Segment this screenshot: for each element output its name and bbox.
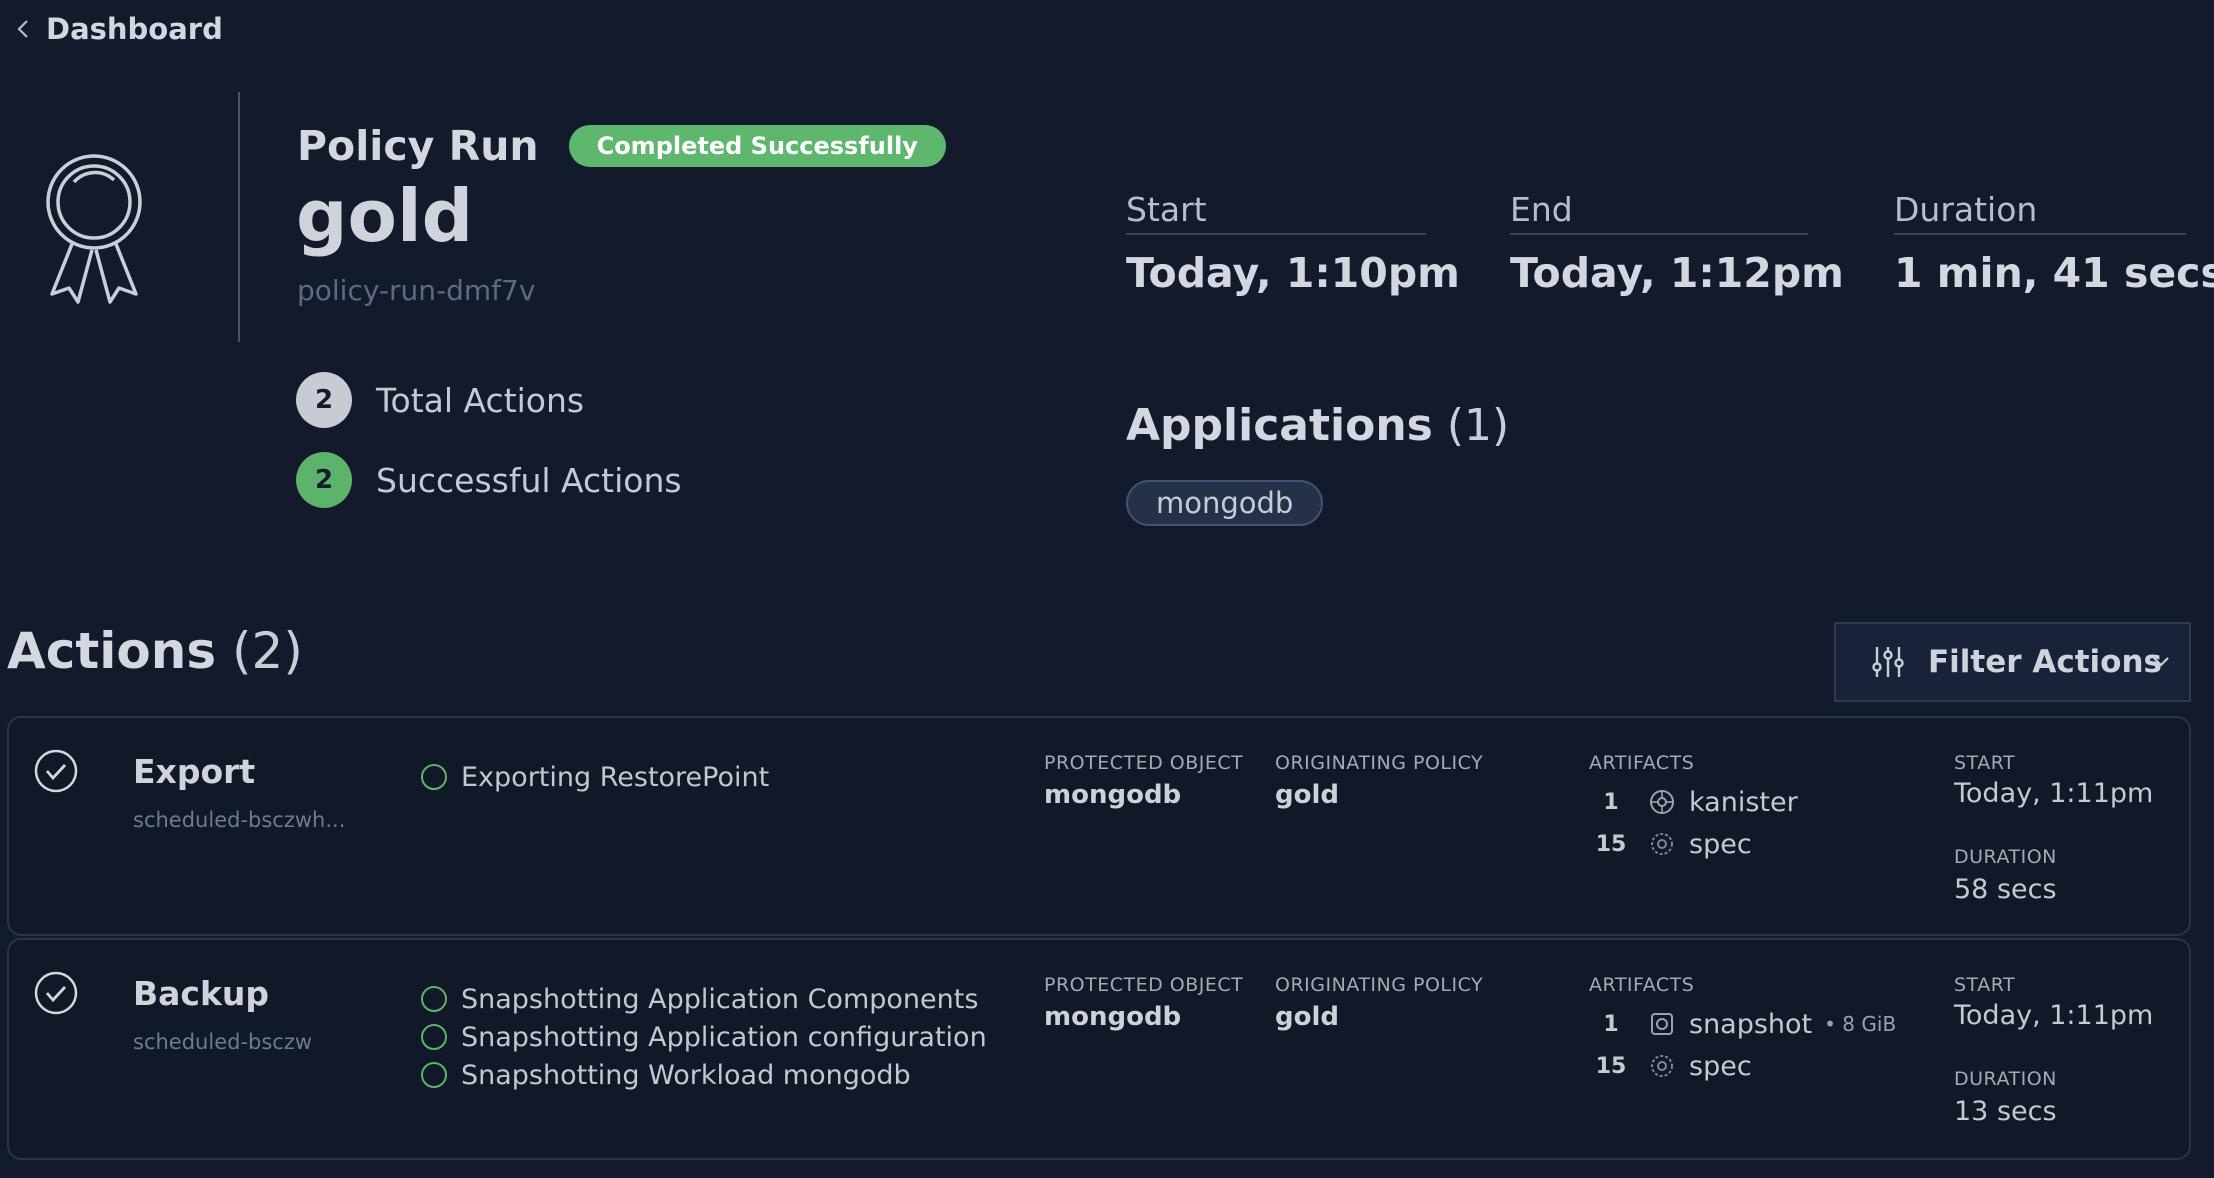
phase-label: Snapshotting Application Components (461, 983, 979, 1015)
award-ribbon-icon (46, 154, 142, 304)
duration-value: 13 secs (1954, 1096, 2057, 1127)
artifacts-label: ARTIFACTS (1589, 974, 1695, 996)
start-label: START (1954, 974, 2016, 996)
action-name: Export (133, 752, 256, 791)
back-link-label: Dashboard (46, 12, 223, 46)
duration-label: Duration (1894, 190, 2186, 235)
end-value: Today, 1:12pm (1510, 249, 1844, 297)
phase-status-icon (421, 1024, 447, 1050)
action-name: Backup (133, 974, 270, 1013)
artifacts-label: ARTIFACTS (1589, 752, 1695, 774)
header-divider (238, 92, 240, 342)
phase-label: Snapshotting Workload mongodb (461, 1059, 911, 1091)
total-actions-stat: 2 Total Actions (296, 372, 584, 428)
artifact-name: snapshot (1689, 1008, 1813, 1040)
protected-object-value[interactable]: mongodb (1044, 1002, 1181, 1032)
spec-icon (1651, 833, 1673, 855)
sliders-icon (1872, 647, 1904, 677)
action-card-export[interactable]: Export scheduled-bsczwh... Exporting Res… (7, 716, 2191, 936)
end-time: End Today, 1:12pm (1510, 190, 1844, 297)
applications-count: (1) (1446, 400, 1510, 451)
successful-actions-label: Successful Actions (376, 460, 682, 500)
artifact-count: 1 (1603, 1011, 1619, 1037)
actions-count: (2) (232, 622, 303, 680)
start-value: Today, 1:10pm (1126, 249, 1460, 297)
phase-label: Exporting RestorePoint (461, 761, 770, 793)
spec-icon (1651, 1055, 1673, 1077)
snapshot-icon (1651, 1013, 1673, 1035)
artifact-row: 1 snapshot • 8 GiB (1589, 1004, 1896, 1044)
duration-value: 1 min, 41 secs (1894, 249, 2214, 297)
phase-item: Exporting RestorePoint (421, 758, 769, 796)
policy-run-page: Dashboard Policy Run Completed Successfu… (0, 0, 2214, 1178)
check-circle-icon (34, 971, 78, 1015)
artifact-row: 15 spec (1589, 824, 1752, 864)
phase-item: Snapshotting Workload mongodb (421, 1056, 987, 1094)
status-badge: Completed Successfully (568, 125, 946, 167)
protected-object-label: PROTECTED OBJECT (1044, 752, 1244, 774)
phase-status-icon (421, 986, 447, 1012)
back-to-dashboard-link[interactable]: Dashboard (14, 12, 223, 46)
originating-policy-label: ORIGINATING POLICY (1275, 752, 1484, 774)
actions-title: Actions (7, 622, 217, 680)
action-phases: Exporting RestorePoint (421, 758, 769, 796)
kanister-icon (1650, 790, 1674, 814)
artifact-count: 15 (1595, 1053, 1627, 1079)
application-chip[interactable]: mongodb (1126, 480, 1324, 526)
duration-label: DURATION (1954, 1068, 2057, 1090)
filter-actions-button[interactable]: Filter Actions (1834, 622, 2191, 702)
phase-label: Snapshotting Application configuration (461, 1021, 987, 1053)
run-id: policy-run-dmf7v (297, 274, 536, 307)
protected-object-label: PROTECTED OBJECT (1044, 974, 1244, 996)
start-value: Today, 1:11pm (1954, 778, 2154, 809)
artifact-row: 15 spec (1589, 1046, 1752, 1086)
total-actions-count: 2 (296, 372, 352, 428)
chevron-left-icon (17, 20, 28, 38)
start-value: Today, 1:11pm (1954, 1000, 2154, 1031)
artifact-count: 15 (1595, 831, 1627, 857)
action-phases: Snapshotting Application Components Snap… (421, 980, 987, 1094)
successful-actions-stat: 2 Successful Actions (296, 452, 682, 508)
action-subtitle: scheduled-bsczwh... (133, 808, 346, 832)
artifact-row: 1 kanister (1589, 782, 1798, 822)
action-subtitle: scheduled-bsczw (133, 1030, 313, 1054)
duration-value: 58 secs (1954, 874, 2057, 905)
start-time: Start Today, 1:10pm (1126, 190, 1460, 297)
policy-run-title-row: Policy Run Completed Successfully (297, 122, 946, 170)
policy-name: gold (296, 174, 474, 258)
originating-policy-label: ORIGINATING POLICY (1275, 974, 1484, 996)
originating-policy-value[interactable]: gold (1275, 1002, 1339, 1032)
duration-label: DURATION (1954, 846, 2057, 868)
successful-actions-count: 2 (296, 452, 352, 508)
total-actions-label: Total Actions (376, 380, 585, 420)
phase-item: Snapshotting Application configuration (421, 1018, 987, 1056)
check-circle-icon (34, 749, 78, 793)
start-label: START (1954, 752, 2016, 774)
phase-status-icon (421, 1062, 447, 1088)
artifact-name: spec (1689, 1050, 1752, 1082)
filter-actions-label: Filter Actions (1928, 644, 2162, 680)
originating-policy-value[interactable]: gold (1275, 780, 1339, 810)
page-title: Policy Run (297, 122, 539, 170)
end-label: End (1510, 190, 1808, 235)
chevron-down-icon (2153, 657, 2169, 667)
action-card-backup[interactable]: Backup scheduled-bsczw Snapshotting Appl… (7, 938, 2191, 1160)
phase-item: Snapshotting Application Components (421, 980, 987, 1018)
start-label: Start (1126, 190, 1426, 235)
protected-object-value[interactable]: mongodb (1044, 780, 1181, 810)
actions-heading: Actions (2) (7, 622, 303, 680)
artifact-name: spec (1689, 828, 1752, 860)
artifact-count: 1 (1603, 789, 1619, 815)
phase-status-icon (421, 764, 447, 790)
duration-time: Duration 1 min, 41 secs (1894, 190, 2214, 297)
artifact-size: • 8 GiB (1824, 1012, 1897, 1036)
artifact-name: kanister (1689, 786, 1798, 818)
applications-heading: Applications (1) (1126, 400, 1509, 451)
applications-title: Applications (1126, 400, 1433, 451)
